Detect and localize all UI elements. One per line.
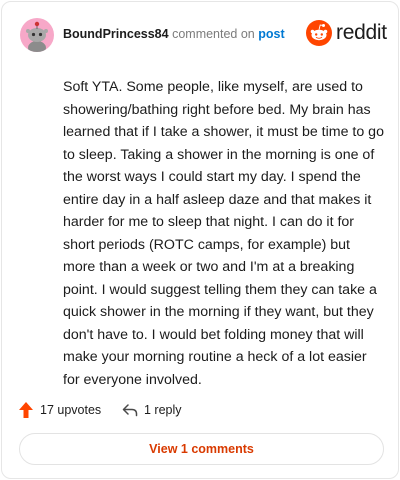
upvote-count: 17 upvotes [40,403,102,417]
reply-count: 1 reply [144,403,182,417]
snoo-avatar-icon [26,21,48,52]
reply-arrow-icon [122,404,138,417]
reddit-snoo-icon [306,20,332,46]
action-text: commented on [172,27,255,41]
comment-body: Soft YTA. Some people, like myself, are … [63,79,384,388]
user-avatar[interactable] [20,18,54,52]
username-link[interactable]: BoundPrincess84 [63,27,169,41]
comment-meta: BoundPrincess84 commented on post [63,27,285,41]
comment-card: BoundPrincess84 commented on post reddit… [1,1,399,479]
comment-actions: 17 upvotes 1 reply [18,400,378,420]
view-comments-button[interactable]: View 1 comments [19,433,384,465]
post-link[interactable]: post [258,27,284,41]
upvote-arrow-icon [19,402,33,418]
reply-button[interactable]: 1 reply [122,400,182,420]
brand-wordmark: reddit [336,21,387,44]
reddit-logo[interactable]: reddit [306,19,387,47]
upvote-button[interactable]: 17 upvotes [18,400,101,420]
comment-header: BoundPrincess84 commented on post reddit [20,18,387,52]
